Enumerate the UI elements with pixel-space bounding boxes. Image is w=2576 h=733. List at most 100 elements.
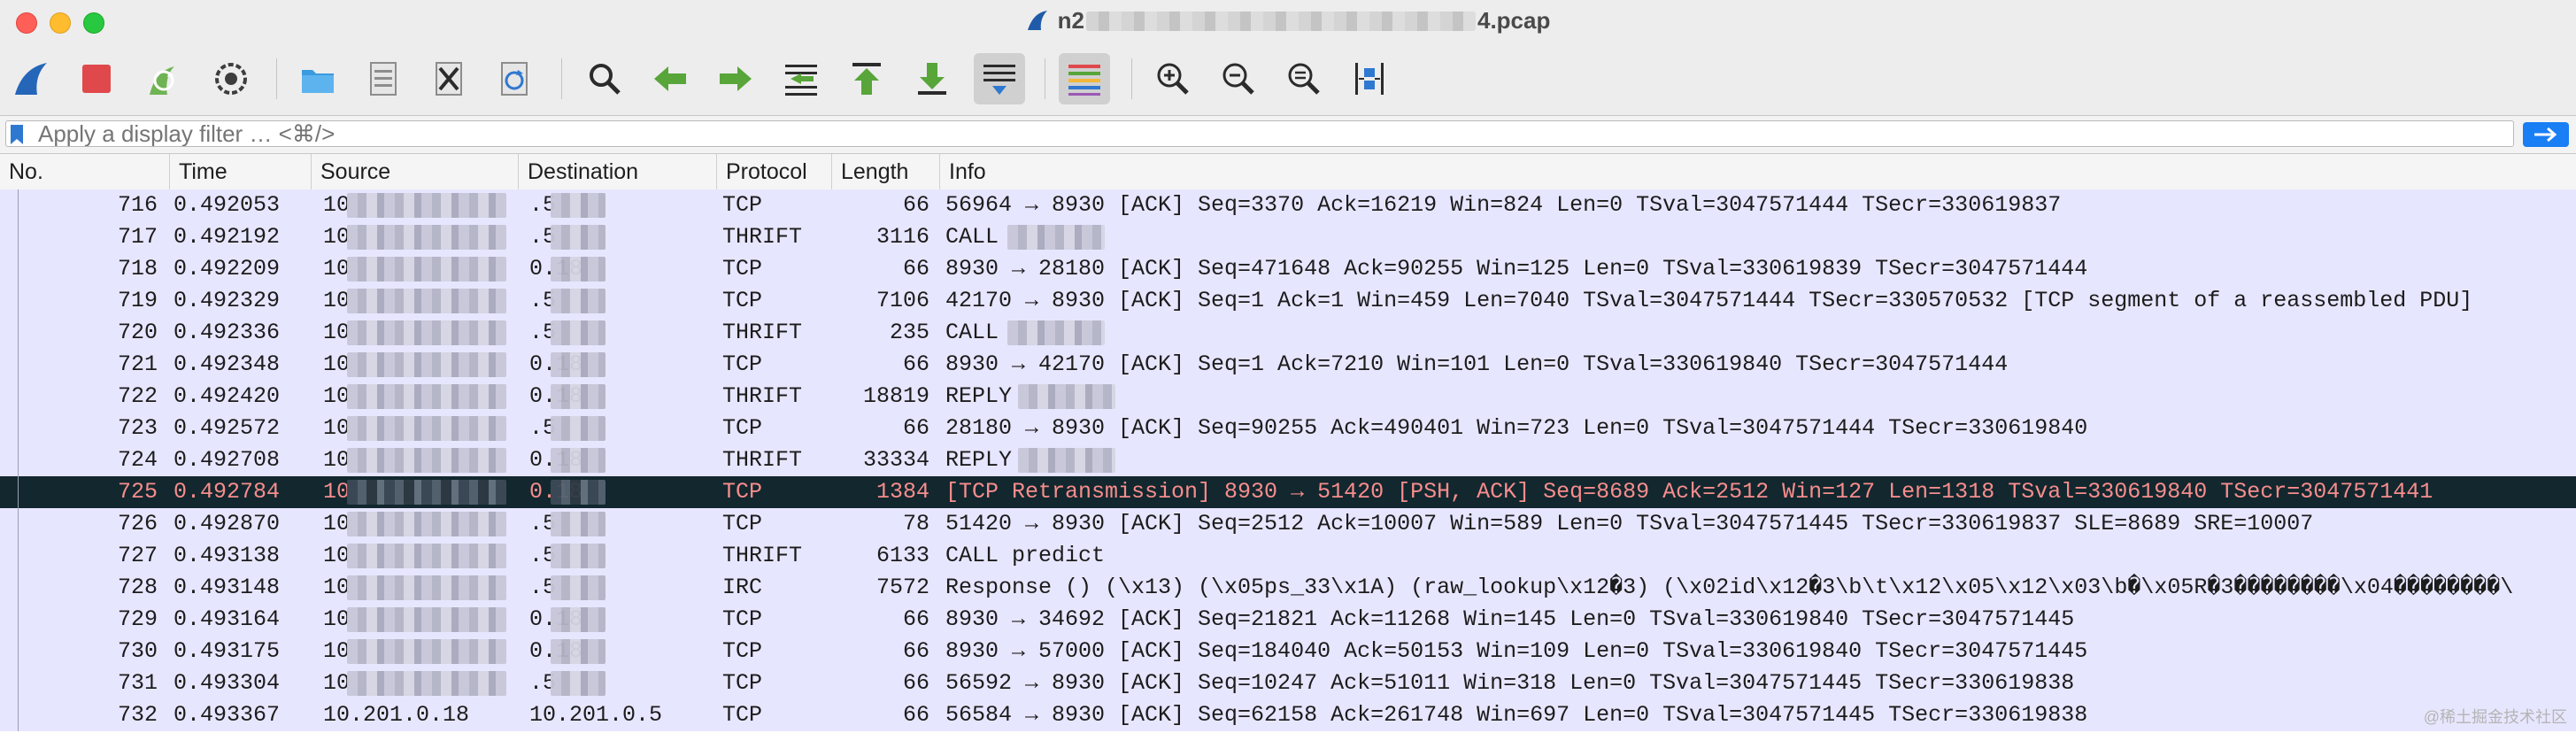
packet-no: 730 — [117, 638, 158, 664]
packet-time: 0.492053 — [174, 192, 281, 218]
filter-bookmark-icon[interactable] — [9, 124, 25, 145]
redaction-mosaic — [1018, 448, 1115, 473]
resize-columns-icon[interactable] — [1344, 53, 1395, 104]
reload-file-icon[interactable] — [489, 53, 540, 104]
packet-row[interactable]: 732 0.493367 10.201.0.18 10.201.0.5 TCP 66 565… — [0, 699, 2576, 731]
packet-protocol: TCP — [722, 288, 763, 313]
packet-row[interactable]: 7180.492209100.18TCP668930 → 28180 [ACK]… — [0, 253, 2576, 285]
go-back-icon[interactable] — [644, 53, 696, 104]
column-header-time[interactable]: Time — [170, 154, 312, 189]
packet-time: 0.492209 — [174, 256, 281, 282]
last-packet-icon[interactable] — [906, 53, 958, 104]
packet-length: 3116 — [875, 224, 929, 250]
apply-filter-button[interactable] — [2523, 122, 2569, 147]
packet-no: 727 — [117, 543, 158, 568]
packet-length: 7572 — [875, 575, 929, 600]
colorize-icon[interactable] — [1059, 53, 1110, 104]
packet-length: 6133 — [875, 543, 929, 568]
packet-protocol: THRIFT — [722, 224, 803, 250]
packet-no: 724 — [117, 447, 158, 473]
packet-row[interactable]: 726 0.492870 10.5 TCP 78 51420 → 8930 [ACK] S… — [0, 508, 2576, 540]
packet-no: 717 — [117, 224, 158, 250]
redaction-mosaic — [551, 607, 605, 632]
packet-protocol: IRC — [722, 575, 763, 600]
packet-info: CALL predict — [945, 543, 1106, 568]
packet-row[interactable]: 720 0.492336 10.5 THRIFT 235 CALL — [0, 317, 2576, 349]
redacted-filename — [1085, 12, 1476, 31]
packet-row[interactable]: 7290.493164100.18TCP668930 → 34692 [ACK]… — [0, 604, 2576, 636]
first-packet-icon[interactable] — [841, 53, 892, 104]
packet-row[interactable]: 727 0.493138 10.5 THRIFT 6133 CALL predict — [0, 540, 2576, 572]
arrow-right-icon — [2534, 127, 2557, 143]
column-header-protocol[interactable]: Protocol — [717, 154, 832, 189]
redaction-mosaic — [551, 544, 605, 568]
restart-capture-icon[interactable] — [138, 53, 189, 104]
redaction-mosaic — [347, 225, 506, 250]
packet-row[interactable]: 717 0.492192 10.5 THRIFT 3116 CALL — [0, 221, 2576, 253]
packet-time: 0.492348 — [174, 351, 281, 377]
close-file-icon[interactable] — [423, 53, 474, 104]
packet-row[interactable]: 716 0.492053 10.5 TCP 66 56964 → 8930 [ACK] S… — [0, 189, 2576, 221]
packet-row[interactable]: 7300.493175100.18TCP668930 → 57000 [ACK]… — [0, 636, 2576, 667]
packet-no: 732 — [117, 702, 158, 728]
packet-row[interactable]: 719 0.492329 10.5 TCP 7106 42170 → 8930 [ACK]… — [0, 285, 2576, 317]
packet-row[interactable]: 7250.492784100.18TCP1384[TCP Retransmiss… — [0, 476, 2576, 508]
packet-time: 0.493138 — [174, 543, 281, 568]
packet-length: 78 — [902, 511, 929, 536]
packet-row[interactable]: 731 0.493304 10.5 TCP 66 56592 → 8930 [ACK] S… — [0, 667, 2576, 699]
stop-capture-icon[interactable] — [71, 53, 122, 104]
redaction-mosaic — [551, 352, 605, 377]
redaction-mosaic — [551, 671, 605, 696]
autoscroll-icon[interactable] — [974, 53, 1025, 104]
wireshark-fin-icon — [1027, 11, 1047, 30]
packet-time: 0.492870 — [174, 511, 281, 536]
redaction-mosaic — [347, 671, 506, 696]
packet-source: 10.201.0.18 — [323, 702, 470, 728]
packet-no: 719 — [117, 288, 158, 313]
redaction-mosaic — [551, 193, 605, 218]
packet-row[interactable]: 7220.492420100.18THRIFT18819REPLY — [0, 381, 2576, 413]
packet-row[interactable]: 7240.492708100.18THRIFT33334REPLY — [0, 444, 2576, 476]
redaction-mosaic — [347, 544, 506, 568]
packet-time: 0.492329 — [174, 288, 281, 313]
packet-info: 8930 → 34692 [ACK] Seq=21821 Ack=11268 W… — [945, 606, 2075, 632]
display-filter-input[interactable] — [5, 120, 2514, 147]
packet-length: 66 — [902, 638, 929, 664]
packet-info: 42170 → 8930 [ACK] Seq=1 Ack=1 Win=459 L… — [945, 288, 2473, 313]
shark-fin-start-icon[interactable] — [5, 53, 57, 104]
column-header-length[interactable]: Length — [832, 154, 940, 189]
go-forward-icon[interactable] — [710, 53, 761, 104]
go-to-packet-icon[interactable] — [775, 53, 827, 104]
column-header-source[interactable]: Source — [312, 154, 519, 189]
zoom-out-icon[interactable] — [1213, 53, 1264, 104]
packet-no: 728 — [117, 575, 158, 600]
packet-time: 0.492572 — [174, 415, 281, 441]
toolbar-separator — [1131, 58, 1132, 99]
packet-info: 56964 → 8930 [ACK] Seq=3370 Ack=16219 Wi… — [945, 192, 2062, 218]
capture-options-icon[interactable] — [205, 53, 257, 104]
column-header-info[interactable]: Info — [940, 154, 2576, 189]
packet-time: 0.492192 — [174, 224, 281, 250]
normal-size-icon[interactable] — [1278, 53, 1330, 104]
packet-time: 0.492708 — [174, 447, 281, 473]
packet-no: 716 — [117, 192, 158, 218]
packet-no: 731 — [117, 670, 158, 696]
redaction-mosaic — [1007, 225, 1105, 250]
packet-row[interactable]: 723 0.492572 10.5 TCP 66 28180 → 8930 [ACK] S… — [0, 413, 2576, 444]
zoom-in-icon[interactable] — [1147, 53, 1199, 104]
column-header-no[interactable]: No. — [0, 154, 170, 189]
redaction-mosaic — [551, 480, 605, 505]
open-file-icon[interactable] — [292, 53, 343, 104]
redaction-mosaic — [347, 480, 506, 505]
packet-protocol: THRIFT — [722, 447, 803, 473]
save-file-icon[interactable] — [358, 53, 409, 104]
column-header-destination[interactable]: Destination — [519, 154, 717, 189]
find-packet-icon[interactable] — [579, 53, 630, 104]
packet-info: 28180 → 8930 [ACK] Seq=90255 Ack=490401 … — [945, 415, 2088, 441]
packet-row[interactable]: 728 0.493148 10.5 IRC 7572 Response () (\x13)… — [0, 572, 2576, 604]
packet-row[interactable]: 7210.492348100.18TCP668930 → 42170 [ACK]… — [0, 349, 2576, 381]
toolbar-separator — [561, 58, 562, 99]
packet-length: 66 — [902, 606, 929, 632]
window-titlebar: n2 4.pcap — [0, 0, 2576, 116]
redaction-mosaic — [347, 416, 506, 441]
